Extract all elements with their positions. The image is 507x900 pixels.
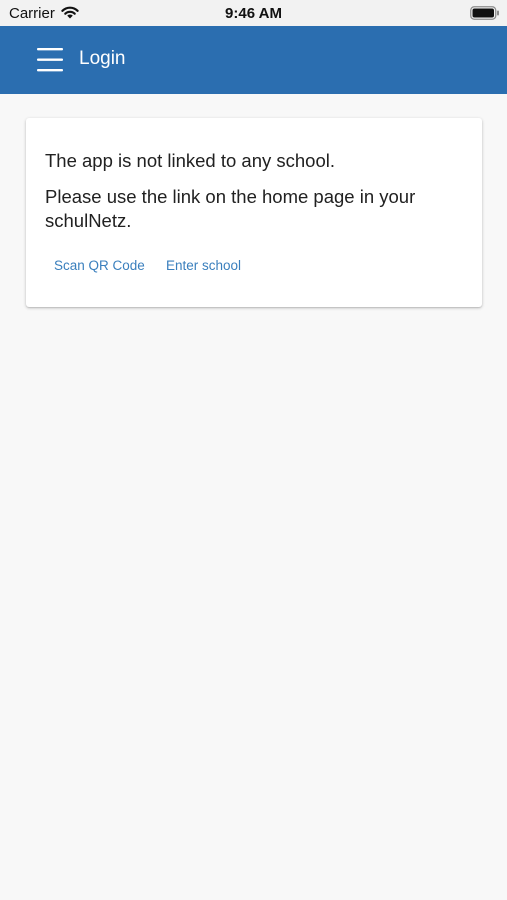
- hamburger-menu-icon[interactable]: [30, 44, 70, 76]
- status-bar: Carrier 9:46 AM: [0, 0, 507, 26]
- battery-icon: [470, 6, 500, 25]
- scan-qr-code-button[interactable]: Scan QR Code: [54, 254, 145, 278]
- enter-school-button[interactable]: Enter school: [166, 254, 241, 278]
- school-link-card: The app is not linked to any school. Ple…: [26, 118, 482, 307]
- app-bar: Login: [0, 26, 507, 94]
- instruction-message: Please use the link on the home page in …: [45, 186, 416, 231]
- status-time: 9:46 AM: [225, 5, 282, 22]
- page-title: Login: [79, 48, 126, 69]
- not-linked-message: The app is not linked to any school.: [45, 150, 336, 171]
